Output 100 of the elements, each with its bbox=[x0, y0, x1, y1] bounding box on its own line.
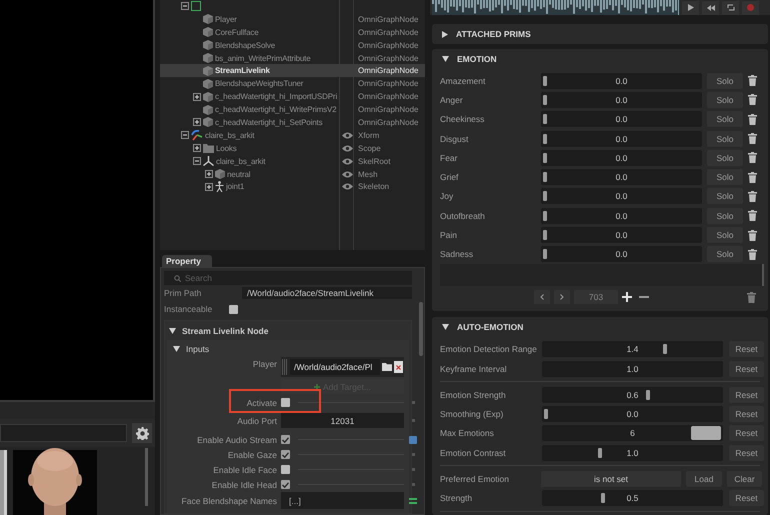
frame-field[interactable]: 703 bbox=[574, 290, 618, 304]
load-button[interactable]: Load bbox=[686, 471, 722, 488]
solo-button[interactable]: Solo bbox=[707, 72, 743, 89]
tree-row[interactable]: StreamLivelink OmniGraphNode bbox=[160, 64, 425, 78]
tree-item-label[interactable]: c_headWatertight_hi_WritePrimsV2 bbox=[215, 105, 336, 114]
slider-thumb[interactable] bbox=[646, 390, 650, 400]
slider-field[interactable]: 0.0 bbox=[541, 169, 702, 186]
slider-thumb[interactable] bbox=[543, 134, 547, 144]
plus-icon[interactable] bbox=[622, 292, 632, 302]
waveform-drawing[interactable] bbox=[432, 0, 679, 15]
slider-field[interactable]: 0.0 bbox=[541, 150, 702, 166]
slider-field[interactable]: 0.0 bbox=[541, 111, 702, 128]
eye-icon[interactable] bbox=[342, 170, 353, 178]
checkbox[interactable] bbox=[281, 450, 290, 459]
collapse-icon[interactable] bbox=[442, 56, 449, 62]
slider-field[interactable]: 6 bbox=[542, 425, 723, 442]
reset-button[interactable]: Reset bbox=[729, 490, 764, 506]
slider-field[interactable]: 0.0 bbox=[541, 130, 702, 147]
tree-item-label[interactable]: claire_bs_arkit bbox=[216, 156, 266, 166]
tree-row[interactable]: claire_bs_arkit SkelRoot bbox=[160, 154, 425, 168]
slider-field[interactable]: 0.0 bbox=[541, 227, 702, 244]
search-field[interactable] bbox=[0, 424, 127, 442]
tree-item-label[interactable]: claire_bs_arkit bbox=[205, 130, 254, 140]
tree-item-label[interactable]: Player bbox=[215, 14, 237, 24]
slider-thumb[interactable] bbox=[543, 191, 547, 202]
tree-item-label[interactable]: BlendshapeWeightsTuner bbox=[215, 79, 304, 88]
number-field[interactable]: 12031 bbox=[281, 413, 404, 428]
solo-button[interactable]: Solo bbox=[707, 188, 743, 204]
rewind-button[interactable] bbox=[702, 0, 719, 14]
play-button[interactable] bbox=[682, 0, 699, 14]
trash-icon[interactable] bbox=[747, 292, 756, 303]
slider-field[interactable]: 1.0 bbox=[542, 444, 723, 461]
tree-row[interactable]: BlendshapeSolve OmniGraphNode bbox=[160, 38, 425, 52]
eye-icon[interactable] bbox=[342, 183, 353, 190]
trash-icon[interactable] bbox=[748, 172, 757, 183]
slider-thumb[interactable] bbox=[543, 94, 547, 105]
tree-row[interactable]: Player OmniGraphNode bbox=[160, 12, 425, 26]
slider-thumb[interactable] bbox=[543, 114, 547, 124]
tree-row[interactable]: neutral Mesh bbox=[160, 168, 425, 180]
tree-item-label[interactable]: Looks bbox=[216, 144, 237, 153]
trash-icon[interactable] bbox=[748, 133, 757, 144]
expand-icon[interactable] bbox=[193, 144, 201, 152]
expand-icon[interactable] bbox=[442, 30, 448, 38]
trash-icon[interactable] bbox=[748, 190, 757, 202]
section-title[interactable]: AUTO-EMOTION bbox=[457, 322, 524, 332]
tree-row[interactable]: joint1 Skeleton bbox=[160, 180, 425, 194]
settings-button[interactable] bbox=[132, 423, 152, 443]
slider-field[interactable]: 0.0 bbox=[541, 188, 702, 204]
tree-item-label[interactable]: BlendshapeSolve bbox=[215, 40, 276, 50]
eye-icon[interactable] bbox=[342, 144, 353, 152]
section-title[interactable]: Stream Livelink Node bbox=[182, 326, 268, 336]
slider-thumb[interactable] bbox=[543, 230, 547, 240]
tree-item-label[interactable]: CoreFullface bbox=[215, 28, 259, 37]
checkbox[interactable] bbox=[281, 435, 290, 444]
tree-row[interactable]: bs_anim_WritePrimAttribute OmniGraphNode bbox=[160, 52, 425, 64]
solo-button[interactable]: Solo bbox=[707, 208, 743, 224]
reset-button[interactable]: Reset bbox=[729, 425, 764, 442]
slider-field[interactable]: 0.0 bbox=[541, 246, 702, 262]
checkbox[interactable] bbox=[229, 304, 238, 314]
trash-icon[interactable] bbox=[748, 114, 757, 125]
trash-icon[interactable] bbox=[748, 210, 757, 222]
tree-item-label[interactable]: neutral bbox=[227, 170, 250, 179]
slider-thumb[interactable] bbox=[543, 76, 547, 86]
tree-row[interactable]: c_headWatertight_hi_SetPoints OmniGraphNode bbox=[160, 116, 425, 129]
solo-button[interactable]: Solo bbox=[707, 130, 743, 147]
tree-row[interactable]: Looks Scope bbox=[160, 142, 425, 155]
solo-button[interactable]: Solo bbox=[707, 246, 743, 262]
collapse-icon[interactable] bbox=[169, 328, 176, 334]
tree-row[interactable]: c_headWatertight_hi_WritePrimsV2 OmniGraphNode bbox=[160, 103, 425, 116]
collapse-icon[interactable] bbox=[173, 346, 180, 352]
tree-row[interactable]: claire_bs_arkit Xform bbox=[160, 128, 425, 142]
tree-item-label[interactable]: bs_anim_WritePrimAttribute bbox=[215, 54, 311, 62]
expand-icon[interactable] bbox=[205, 182, 213, 191]
checkbox[interactable] bbox=[281, 480, 290, 489]
slider-field[interactable]: 0.0 bbox=[542, 406, 723, 422]
slider-thumb[interactable] bbox=[663, 344, 668, 354]
slider-field[interactable]: 0.0 bbox=[541, 208, 702, 224]
reset-button[interactable]: Reset bbox=[729, 341, 764, 358]
loop-button[interactable] bbox=[722, 0, 739, 14]
expand-icon[interactable] bbox=[205, 170, 213, 178]
prim-path-field[interactable]: /World/audio2face/StreamLivelink bbox=[242, 287, 412, 299]
slider-thumb[interactable] bbox=[598, 448, 602, 458]
tree-item-label[interactable]: c_headWatertight_hi_SetPoints bbox=[215, 118, 322, 127]
collapse-icon[interactable] bbox=[442, 324, 449, 330]
reset-button[interactable]: Reset bbox=[729, 406, 764, 422]
clear-button[interactable]: Clear bbox=[727, 471, 762, 488]
tree-row[interactable]: CoreFullface OmniGraphNode bbox=[160, 26, 425, 39]
solo-button[interactable]: Solo bbox=[707, 150, 743, 166]
tree-item-label[interactable]: c_headWatertight_hi_ImportUSDPri bbox=[215, 92, 338, 102]
trash-icon[interactable] bbox=[748, 248, 757, 260]
collapse-icon[interactable] bbox=[181, 131, 189, 140]
slider-field[interactable]: 0.5 bbox=[542, 490, 723, 506]
section-title[interactable]: ATTACHED PRIMS bbox=[456, 29, 531, 40]
slider-field[interactable]: 1.4 bbox=[542, 341, 723, 358]
slider-thumb[interactable] bbox=[601, 493, 606, 504]
target-field[interactable]: /World/audio2face/Pl bbox=[281, 357, 404, 377]
trash-icon[interactable] bbox=[748, 94, 757, 106]
section-title[interactable]: EMOTION bbox=[457, 54, 497, 64]
slider-thumb[interactable] bbox=[543, 249, 547, 260]
collapse-icon[interactable] bbox=[193, 157, 201, 166]
